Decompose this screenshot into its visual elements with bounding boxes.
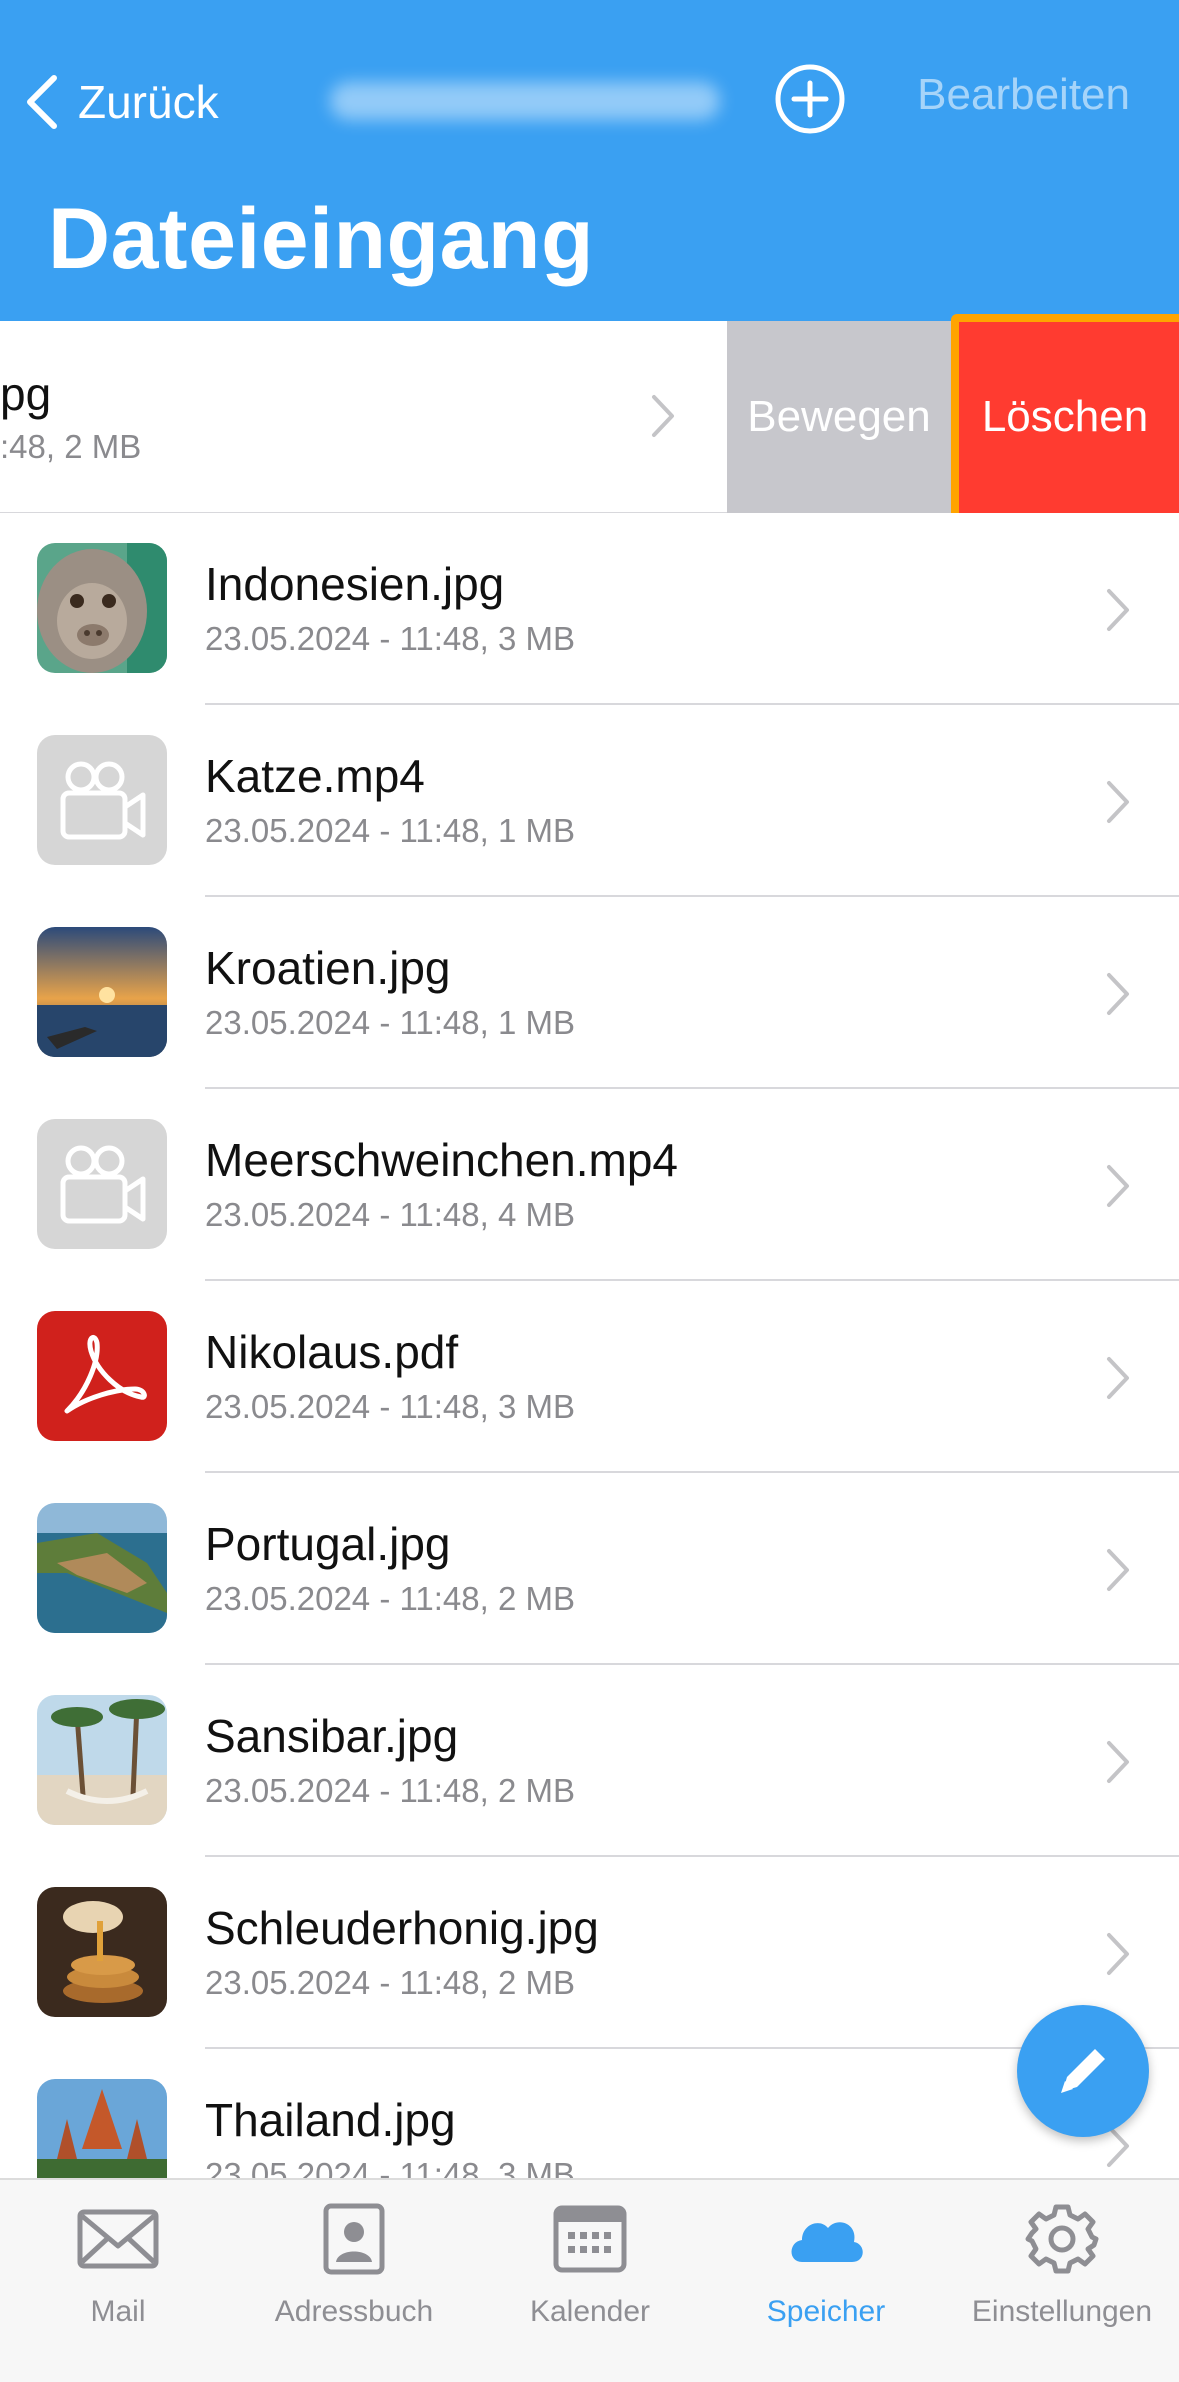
chevron-left-icon bbox=[27, 75, 57, 129]
file-name: Katze.mp4 bbox=[205, 750, 425, 802]
photo-thumbnail bbox=[37, 927, 167, 1057]
list-item[interactable]: Katze.mp4 23.05.2024 - 11:48, 1 MB bbox=[0, 705, 1179, 897]
tab-label: Einstellungen bbox=[971, 2295, 1153, 2328]
list-item[interactable]: Portugal.jpg 23.05.2024 - 11:48, 2 MB bbox=[0, 1473, 1179, 1665]
video-icon bbox=[37, 735, 167, 865]
list-item[interactable]: Thailand.jpg 23.05.2024 - 11:48, 3 MB bbox=[0, 2049, 1179, 2178]
file-name: Thailand.jpg bbox=[205, 2094, 456, 2146]
back-label: Zurück bbox=[78, 76, 219, 128]
edit-button[interactable]: Bearbeiten bbox=[917, 70, 1130, 120]
tab-mail[interactable]: Mail bbox=[0, 2180, 236, 2382]
chevron-right-icon bbox=[1107, 781, 1129, 823]
file-name: Kroatien.jpg bbox=[205, 942, 451, 994]
list-item[interactable]: Schleuderhonig.jpg 23.05.2024 - 11:48, 2… bbox=[0, 1857, 1179, 2049]
file-name: Meerschweinchen.mp4 bbox=[205, 1134, 679, 1186]
chevron-right-icon bbox=[1107, 589, 1129, 631]
file-meta: 23.05.2024 - 11:48, 1 MB bbox=[205, 812, 575, 849]
swiped-file-content[interactable]: pg :48, 2 MB bbox=[0, 321, 727, 514]
file-meta: 23.05.2024 - 11:48, 2 MB bbox=[205, 1964, 575, 2001]
calendar-icon bbox=[553, 2205, 627, 2273]
move-button[interactable]: Bewegen bbox=[727, 321, 951, 513]
account-email-blurred bbox=[330, 82, 720, 120]
swiped-file-name: pg bbox=[0, 368, 52, 420]
tab-bar: Mail Adressbuch Kalender Speicher Einste… bbox=[0, 2178, 1179, 2382]
back-button[interactable]: Zurück bbox=[22, 62, 219, 142]
tab-label: Kalender bbox=[529, 2295, 651, 2328]
file-name: Portugal.jpg bbox=[205, 1518, 451, 1570]
list-item[interactable]: Indonesien.jpg 23.05.2024 - 11:48, 3 MB bbox=[0, 513, 1179, 705]
photo-thumbnail bbox=[37, 1887, 167, 2017]
file-meta: 23.05.2024 - 11:48, 3 MB bbox=[205, 1388, 575, 1425]
tab-adressbuch[interactable]: Adressbuch bbox=[236, 2180, 472, 2382]
chevron-right-icon bbox=[1107, 973, 1129, 1015]
pdf-icon bbox=[37, 1311, 167, 1441]
add-circle-icon[interactable] bbox=[774, 63, 846, 135]
navigation-header: Zurück Bearbeiten Dateieingang bbox=[0, 0, 1179, 321]
file-meta: 23.05.2024 - 11:48, 4 MB bbox=[205, 1196, 575, 1233]
page-title: Dateieingang bbox=[48, 191, 594, 287]
photo-thumbnail bbox=[37, 1503, 167, 1633]
photo-thumbnail bbox=[37, 1695, 167, 1825]
mail-icon bbox=[77, 2209, 159, 2269]
swiped-file-meta: :48, 2 MB bbox=[0, 428, 142, 465]
tab-speicher[interactable]: Speicher bbox=[708, 2180, 944, 2382]
file-meta: 23.05.2024 - 11:48, 2 MB bbox=[205, 1772, 575, 1809]
tab-einstellungen[interactable]: Einstellungen bbox=[944, 2180, 1179, 2382]
file-meta: 23.05.2024 - 11:48, 1 MB bbox=[205, 1004, 575, 1041]
swiped-file-row: pg :48, 2 MB Bewegen Löschen bbox=[0, 321, 1179, 514]
contacts-icon bbox=[323, 2203, 385, 2275]
file-meta: 23.05.2024 - 11:48, 3 MB bbox=[205, 620, 575, 657]
file-meta: 23.05.2024 - 11:48, 3 MB bbox=[205, 2156, 575, 2178]
list-item[interactable]: Nikolaus.pdf 23.05.2024 - 11:48, 3 MB bbox=[0, 1281, 1179, 1473]
file-name: Schleuderhonig.jpg bbox=[205, 1902, 599, 1954]
chevron-right-icon bbox=[1107, 1165, 1129, 1207]
tab-label: Adressbuch bbox=[274, 2295, 434, 2328]
file-meta: 23.05.2024 - 11:48, 2 MB bbox=[205, 1580, 575, 1617]
video-icon bbox=[37, 1119, 167, 1249]
tab-kalender[interactable]: Kalender bbox=[472, 2180, 708, 2382]
tab-label: Speicher bbox=[766, 2295, 886, 2328]
cloud-icon bbox=[791, 2222, 863, 2262]
tab-label: Mail bbox=[90, 2295, 146, 2328]
file-list: Indonesien.jpg 23.05.2024 - 11:48, 3 MB … bbox=[0, 513, 1179, 2178]
compose-button[interactable] bbox=[1017, 2005, 1149, 2137]
list-item[interactable]: Kroatien.jpg 23.05.2024 - 11:48, 1 MB bbox=[0, 897, 1179, 1089]
pencil-icon bbox=[1061, 2049, 1105, 2093]
chevron-right-icon bbox=[1107, 1933, 1129, 1975]
file-name: Indonesien.jpg bbox=[205, 558, 505, 610]
chevron-right-icon bbox=[1107, 1549, 1129, 1591]
photo-thumbnail bbox=[37, 2079, 167, 2178]
file-name: Sansibar.jpg bbox=[205, 1710, 459, 1762]
photo-thumbnail bbox=[37, 543, 167, 673]
delete-button[interactable]: Löschen bbox=[951, 321, 1179, 513]
list-item[interactable]: Meerschweinchen.mp4 23.05.2024 - 11:48, … bbox=[0, 1089, 1179, 1281]
chevron-right-icon bbox=[1107, 1357, 1129, 1399]
chevron-right-icon bbox=[652, 395, 674, 437]
gear-icon bbox=[1025, 2204, 1099, 2274]
file-name: Nikolaus.pdf bbox=[205, 1326, 459, 1378]
list-item[interactable]: Sansibar.jpg 23.05.2024 - 11:48, 2 MB bbox=[0, 1665, 1179, 1857]
chevron-right-icon bbox=[1107, 1741, 1129, 1783]
